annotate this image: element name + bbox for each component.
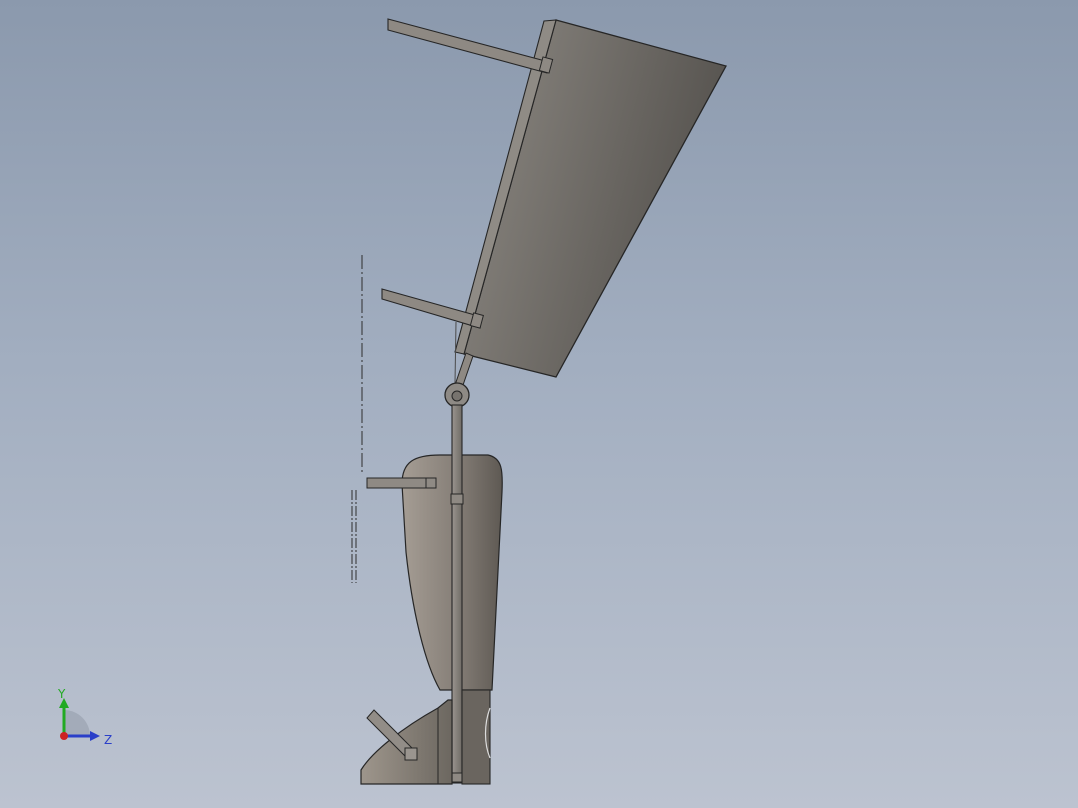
pivot-joint[interactable] xyxy=(444,382,470,408)
backrest-panel[interactable] xyxy=(454,19,727,378)
center-line-lower xyxy=(351,490,357,583)
upper-support-arm[interactable] xyxy=(387,18,554,74)
base-foot[interactable] xyxy=(360,689,491,785)
armrest-stub[interactable] xyxy=(366,477,437,489)
triad-z-label: Z xyxy=(104,733,113,747)
graphics-viewport[interactable]: Y Z xyxy=(0,0,1078,808)
triad-y-label: Y xyxy=(58,687,66,701)
orientation-triad: Y Z xyxy=(50,684,120,756)
vertical-post[interactable] xyxy=(450,404,464,784)
cad-model[interactable] xyxy=(0,0,1078,808)
